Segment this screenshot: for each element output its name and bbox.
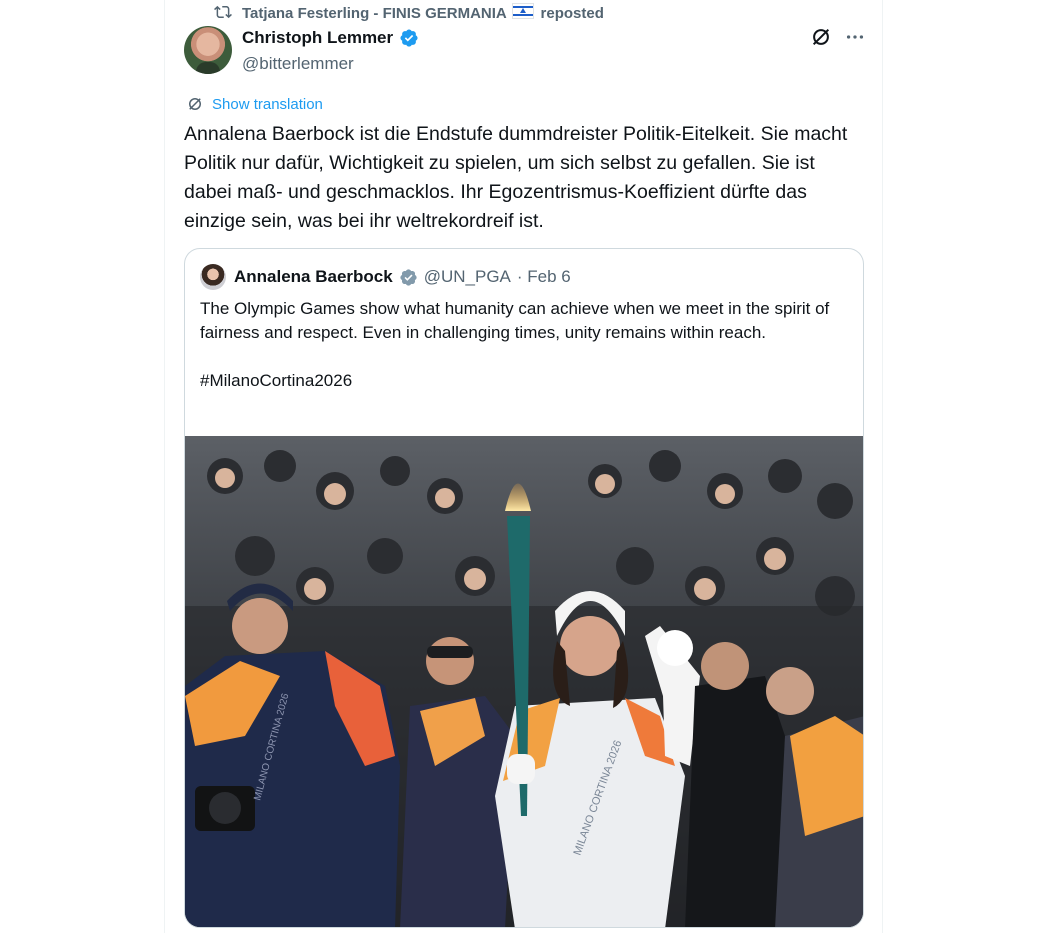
- author-avatar[interactable]: [184, 26, 232, 74]
- quoted-tweet-text: The Olympic Games show what humanity can…: [200, 299, 830, 390]
- quoted-tweet-header: Annalena Baerbock @UN_PGA · Feb 6: [200, 264, 571, 290]
- quoted-author-name[interactable]: Annalena Baerbock: [234, 267, 393, 287]
- translate-icon: [189, 98, 201, 110]
- quoted-author-avatar[interactable]: [200, 264, 226, 290]
- israel-flag-icon: [512, 2, 535, 19]
- repost-icon: [214, 5, 232, 19]
- show-translation-link[interactable]: Show translation: [186, 95, 323, 113]
- tweet-text: Annalena Baerbock ist die Endstufe dummd…: [184, 123, 848, 232]
- repost-user[interactable]: Tatjana Festerling - FINIS GERMANIA: [242, 5, 506, 22]
- show-translation-label[interactable]: Show translation: [212, 96, 323, 113]
- repost-context[interactable]: Tatjana Festerling - FINIS GERMANIA repo…: [214, 2, 604, 22]
- author-block: Christoph Lemmer @bitterlemmer: [242, 28, 419, 74]
- quoted-author-handle[interactable]: @UN_PGA: [424, 267, 511, 287]
- author-handle[interactable]: @bitterlemmer: [242, 54, 419, 74]
- quoted-tweet[interactable]: Annalena Baerbock @UN_PGA · Feb 6 The Ol…: [184, 248, 864, 928]
- quoted-tweet-date[interactable]: · Feb 6: [517, 267, 571, 287]
- verified-badge-icon[interactable]: [399, 268, 418, 287]
- tweet-header-actions: [810, 26, 866, 48]
- grok-icon[interactable]: [810, 26, 832, 48]
- more-icon[interactable]: [844, 26, 866, 48]
- quoted-tweet-photo[interactable]: MILANO CORTINA 2026 MILANO CORTINA 2026: [185, 436, 864, 928]
- author-name[interactable]: Christoph Lemmer: [242, 28, 393, 48]
- verified-badge-icon[interactable]: [399, 28, 419, 48]
- repost-suffix: reposted: [540, 4, 604, 22]
